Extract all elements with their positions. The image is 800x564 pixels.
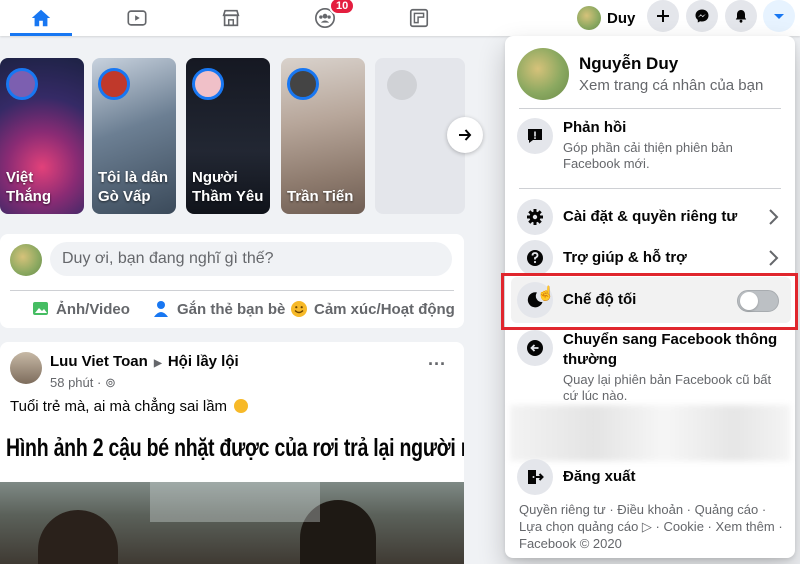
story-card[interactable]: Người Thầm Yêu xyxy=(186,58,270,214)
post-headline: Hình ảnh 2 cậu bé nhặt được của rơi trả … xyxy=(6,434,464,462)
tag-friends-icon xyxy=(154,301,168,317)
post-text: Tuổi trẻ mà, ai mà chẳng sai lầm xyxy=(10,398,249,415)
messenger-icon xyxy=(695,9,709,23)
home-icon xyxy=(31,9,51,27)
composer-input[interactable]: Duy ơi, bạn đang nghĩ gì thế? xyxy=(50,242,452,276)
divider xyxy=(519,188,781,189)
story-card[interactable]: Tôi là dân Gò Vấp xyxy=(92,58,176,214)
settings-title: Cài đặt & quyền riêng tư xyxy=(563,208,738,225)
privacy-icon: ⊚ xyxy=(104,375,116,390)
feeling-icon xyxy=(291,301,307,317)
switch-classic-title: Chuyển sang Facebook thông thường xyxy=(563,331,778,368)
profile-name: Nguyễn Duy xyxy=(579,54,679,73)
story-name: Trần Tiến xyxy=(287,188,354,205)
photo-icon xyxy=(33,302,48,315)
profile-chip[interactable]: Duy xyxy=(573,3,643,33)
feeling-activity-label: Cảm xúc/Hoạt động xyxy=(314,300,455,318)
caret-right-icon: ▶ xyxy=(153,358,162,369)
blurred-area xyxy=(510,405,790,461)
create-button[interactable] xyxy=(647,0,679,32)
story-name: Việt Thắng xyxy=(6,169,51,205)
photo-video-button[interactable]: Ảnh/Video xyxy=(32,294,130,324)
divider xyxy=(10,290,454,291)
smile-emoji-icon xyxy=(234,399,249,413)
watch-icon xyxy=(127,10,147,26)
home-tab[interactable] xyxy=(6,0,76,36)
feedback-icon-wrap xyxy=(517,118,553,154)
caret-down-icon xyxy=(774,14,784,19)
tag-friends-label: Gắn thẻ bạn bè xyxy=(177,300,286,318)
gaming-icon xyxy=(409,8,429,28)
story-card[interactable]: Việt Thắng xyxy=(0,58,84,214)
post-author-line: Luu Viet Toan ▶ Hội lầy lội xyxy=(50,353,239,370)
watch-tab[interactable] xyxy=(102,0,172,36)
profile-chip-name: Duy xyxy=(607,9,636,27)
gear-icon xyxy=(527,209,543,225)
feedback-title: Phản hồi xyxy=(563,119,627,136)
top-navigation-bar: 10 Duy xyxy=(0,0,800,36)
settings-privacy-item[interactable]: Cài đặt & quyền riêng tư xyxy=(513,199,787,235)
arrow-left-icon xyxy=(527,340,543,356)
story-avatar xyxy=(98,68,130,100)
post-meta: 58 phút · ⊚ xyxy=(50,375,116,390)
story-name: Người Thầm Yêu xyxy=(192,169,264,205)
avatar xyxy=(10,244,42,276)
help-icon xyxy=(527,250,543,266)
logout-title: Đăng xuất xyxy=(563,468,636,485)
feeling-activity-button[interactable]: Cảm xúc/Hoạt động xyxy=(290,294,455,324)
story-name: Tôi là dân Gò Vấp xyxy=(98,169,169,205)
marketplace-icon xyxy=(222,9,240,27)
plus-icon xyxy=(657,10,669,22)
logout-item[interactable]: Đăng xuất xyxy=(513,459,787,495)
back-icon-wrap xyxy=(517,330,553,366)
post-group[interactable]: Hội lầy lội xyxy=(168,353,239,370)
view-profile-item[interactable]: Nguyễn Duy Xem trang cá nhân của bạn xyxy=(513,44,787,104)
arrow-right-icon xyxy=(459,129,472,141)
photo-video-label: Ảnh/Video xyxy=(56,300,130,318)
feedback-desc: Góp phần cải thiện phiên bản Facebook mớ… xyxy=(563,140,733,171)
gaming-tab[interactable] xyxy=(384,0,454,36)
switch-classic-item[interactable]: Chuyển sang Facebook thông thường Quay l… xyxy=(513,330,787,404)
footer-links[interactable]: Quyền riêng tư · Điều khoản · Quảng cáo … xyxy=(519,501,787,552)
highlight-box xyxy=(501,273,798,330)
stories-tray: Việt Thắng Tôi là dân Gò Vấp Người Thầm … xyxy=(0,56,480,216)
logout-icon xyxy=(528,470,544,484)
marketplace-tab[interactable] xyxy=(196,0,266,36)
profile-subtitle: Xem trang cá nhân của bạn xyxy=(579,77,764,94)
post-time[interactable]: 58 phút xyxy=(50,375,93,390)
help-support-item[interactable]: Trợ giúp & hỗ trợ xyxy=(513,240,787,276)
post-author[interactable]: Luu Viet Toan xyxy=(50,353,148,370)
story-avatar xyxy=(192,68,224,100)
feed-post: Luu Viet Toan ▶ Hội lầy lội 58 phút · ⊚ … xyxy=(0,342,464,564)
account-menu-button[interactable] xyxy=(763,0,795,32)
chevron-right-icon xyxy=(769,250,779,266)
post-composer: Duy ơi, bạn đang nghĩ gì thế? Ảnh/Video … xyxy=(0,234,464,328)
groups-badge: 10 xyxy=(329,0,356,15)
avatar xyxy=(517,48,569,100)
feedback-item[interactable]: Phản hồi Góp phần cải thiện phiên bản Fa… xyxy=(513,118,787,172)
chevron-right-icon xyxy=(769,209,779,225)
switch-classic-desc: Quay lại phiên bản Facebook cũ bất cứ lú… xyxy=(563,372,772,403)
story-card[interactable]: Trần Tiến xyxy=(281,58,365,214)
tag-friends-button[interactable]: Gắn thẻ bạn bè xyxy=(153,294,285,324)
settings-icon-wrap xyxy=(517,199,553,235)
groups-tab[interactable]: 10 xyxy=(290,0,360,36)
story-avatar xyxy=(6,68,38,100)
avatar[interactable] xyxy=(10,352,42,384)
notifications-button[interactable] xyxy=(725,0,757,32)
post-photo[interactable] xyxy=(0,482,464,564)
post-text-content: Tuổi trẻ mà, ai mà chẳng sai lầm xyxy=(10,398,228,415)
bell-icon xyxy=(735,10,747,23)
help-title: Trợ giúp & hỗ trợ xyxy=(563,249,687,266)
logout-icon-wrap xyxy=(517,459,553,495)
avatar xyxy=(577,6,601,30)
story-avatar xyxy=(287,68,319,100)
messenger-button[interactable] xyxy=(686,0,718,32)
help-icon-wrap xyxy=(517,240,553,276)
divider xyxy=(519,108,781,109)
feedback-icon xyxy=(528,129,542,143)
post-more-button[interactable]: ··· xyxy=(428,354,446,375)
stories-next-button[interactable] xyxy=(447,117,483,153)
